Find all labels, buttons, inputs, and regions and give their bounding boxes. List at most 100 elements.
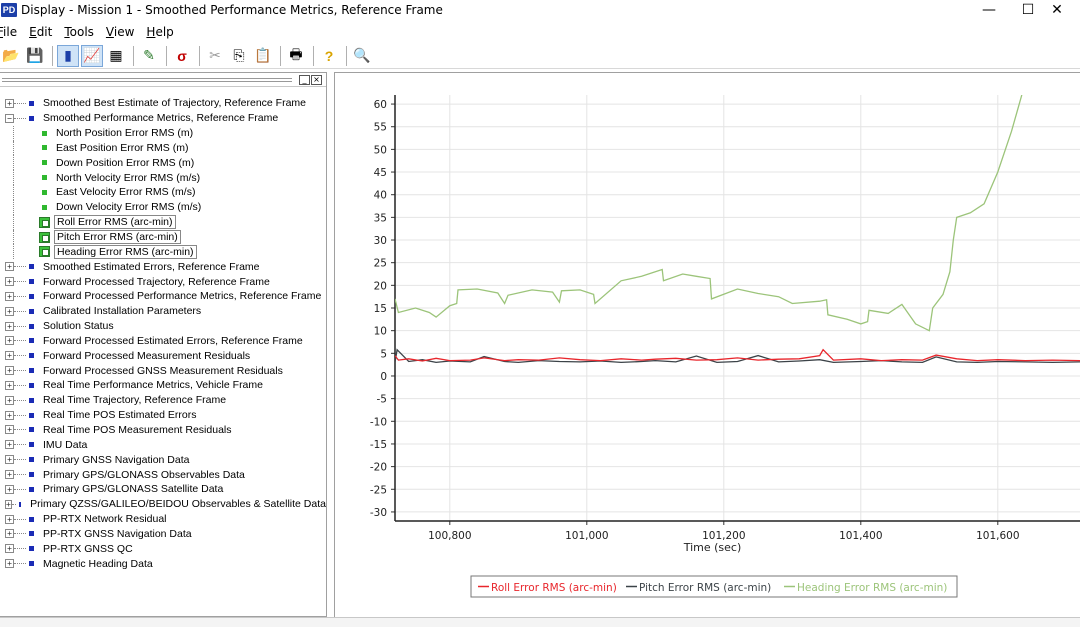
expand-icon[interactable]: + [5, 529, 14, 539]
tree-group-item[interactable]: + PP-RTX GNSS QC [0, 541, 326, 556]
menu-help[interactable]: Help [146, 25, 173, 39]
expand-icon[interactable]: + [5, 559, 14, 569]
series-line-heading[interactable] [395, 95, 1023, 332]
tree-group-item[interactable]: + IMU Data [0, 437, 326, 452]
tree-group-item[interactable]: − Smoothed Performance Metrics, Reference… [0, 111, 326, 126]
save-icon[interactable]: 💾 [24, 45, 46, 67]
expand-icon[interactable]: + [5, 262, 14, 272]
expand-icon[interactable]: + [5, 470, 14, 480]
status-bar [0, 617, 1080, 627]
y-tick-label: -10 [370, 416, 387, 428]
expand-icon[interactable]: + [5, 336, 14, 346]
tree-group-item[interactable]: + Forward Processed GNSS Measurement Resi… [0, 363, 326, 378]
tree-leaf-item[interactable]: Pitch Error RMS (arc-min) [0, 229, 326, 245]
checked-plot-icon[interactable] [39, 231, 50, 243]
tree-leaf-item[interactable]: Heading Error RMS (arc-min) [0, 244, 326, 260]
checked-plot-icon[interactable] [39, 216, 50, 228]
expand-icon[interactable]: + [5, 455, 14, 465]
tree-group-item[interactable]: + Real Time POS Measurement Residuals [0, 423, 326, 438]
zoom-icon[interactable]: 🔍 [351, 45, 373, 67]
tree-leaf-item[interactable]: North Velocity Error RMS (m/s) [0, 170, 326, 186]
tree-group-item[interactable]: + Smoothed Best Estimate of Trajectory, R… [0, 96, 326, 111]
tree-group-item[interactable]: + Forward Processed Estimated Errors, Ref… [0, 334, 326, 349]
tree-leaf-item[interactable]: Roll Error RMS (arc-min) [0, 214, 326, 230]
copy-icon[interactable]: ⎘ [228, 45, 250, 67]
expand-icon[interactable]: + [5, 366, 14, 376]
tree-group-item[interactable]: + PP-RTX GNSS Navigation Data [0, 526, 326, 541]
tree-connector [14, 444, 26, 446]
tree-leaf-item[interactable]: Down Position Error RMS (m) [0, 155, 326, 171]
tree-connector [14, 429, 26, 431]
tree-connector [14, 488, 26, 490]
expand-icon[interactable]: + [5, 499, 12, 509]
table-icon[interactable]: ▦ [105, 45, 127, 67]
help-icon[interactable]: ? [318, 45, 340, 67]
line-chart-icon[interactable]: 📈 [81, 44, 103, 67]
tree-item-label: Smoothed Performance Metrics, Reference … [43, 112, 279, 125]
tree-leaf-item[interactable]: East Velocity Error RMS (m/s) [0, 185, 326, 200]
expand-icon[interactable]: + [5, 514, 14, 524]
sigma-icon[interactable]: σ [171, 45, 193, 67]
panel-grip[interactable] [2, 77, 292, 82]
collapse-icon[interactable]: − [5, 113, 14, 123]
tree-leaf-item[interactable]: North Position Error RMS (m) [0, 125, 326, 141]
pencil-icon[interactable]: ✎ [138, 45, 160, 67]
paste-icon[interactable]: 📋 [252, 45, 274, 67]
tree-connector [14, 370, 26, 372]
tree-group-item[interactable]: + Primary GPS/GLONASS Observables Data [0, 467, 326, 482]
line-chart[interactable]: 605550454035302520151050-5-10-15-20-25-3… [335, 73, 1080, 618]
close-button[interactable]: ✕ [1034, 0, 1080, 20]
expand-icon[interactable]: + [5, 380, 14, 390]
tree-group-item[interactable]: + PP-RTX Network Residual [0, 512, 326, 527]
expand-icon[interactable]: + [5, 544, 14, 554]
series-line-roll[interactable] [395, 348, 1080, 362]
tree-group-item[interactable]: + Primary GPS/GLONASS Satellite Data [0, 482, 326, 497]
tree-group-item[interactable]: + Real Time Performance Metrics, Vehicle … [0, 378, 326, 393]
expand-icon[interactable]: + [5, 484, 14, 494]
y-tick-label: 20 [374, 280, 387, 292]
menu-file[interactable]: File [0, 25, 17, 39]
legend-label-heading[interactable]: Heading Error RMS (arc-min) [797, 582, 947, 594]
toolbar-separator [280, 45, 281, 66]
expand-icon[interactable]: + [5, 351, 14, 361]
folder-marker-icon [29, 338, 34, 344]
tree-leaf-item[interactable]: Down Velocity Error RMS (m/s) [0, 199, 326, 215]
tree-group-item[interactable]: + Solution Status [0, 319, 326, 334]
tree-leaf-item[interactable]: East Position Error RMS (m) [0, 140, 326, 156]
tree-group-item[interactable]: + Forward Processed Trajectory, Reference… [0, 274, 326, 289]
open-folder-icon[interactable]: 📂 [0, 45, 22, 67]
panel-close-button[interactable]: × [311, 74, 322, 85]
expand-icon[interactable]: + [5, 425, 14, 435]
tree-group-item[interactable]: + Primary GNSS Navigation Data [0, 452, 326, 467]
tree-group-item[interactable]: + Smoothed Estimated Errors, Reference Fr… [0, 259, 326, 274]
expand-icon[interactable]: + [5, 98, 14, 108]
print-icon[interactable]: 🖶 [285, 45, 307, 67]
cut-icon[interactable]: ✂ [204, 45, 226, 67]
expand-icon[interactable]: + [5, 395, 14, 405]
checked-plot-icon[interactable] [39, 246, 50, 258]
expand-icon[interactable]: + [5, 410, 14, 420]
tree-connector [14, 384, 26, 386]
tree-group-item[interactable]: + Real Time POS Estimated Errors [0, 408, 326, 423]
panel-minimize-button[interactable]: _ [299, 74, 310, 85]
bar-chart-icon[interactable]: ▮ [57, 44, 79, 67]
toolbar-separator [313, 45, 314, 66]
legend-label-roll[interactable]: Roll Error RMS (arc-min) [491, 582, 617, 594]
tree-group-item[interactable]: + Magnetic Heading Data [0, 556, 326, 571]
legend-label-pitch[interactable]: Pitch Error RMS (arc-min) [639, 582, 771, 594]
tree-group-item[interactable]: + Primary QZSS/GALILEO/BEIDOU Observables… [0, 497, 326, 512]
tree-item-label: North Position Error RMS (m) [56, 127, 194, 140]
menu-edit[interactable]: Edit [29, 25, 52, 39]
tree-group-item[interactable]: + Real Time Trajectory, Reference Frame [0, 393, 326, 408]
expand-icon[interactable]: + [5, 440, 14, 450]
tree-item-label: IMU Data [43, 438, 88, 451]
menu-view[interactable]: View [106, 25, 134, 39]
tree-group-item[interactable]: + Forward Processed Measurement Residuals [0, 348, 326, 363]
expand-icon[interactable]: + [5, 306, 14, 316]
tree-group-item[interactable]: + Calibrated Installation Parameters [0, 304, 326, 319]
menu-tools[interactable]: Tools [64, 25, 94, 39]
expand-icon[interactable]: + [5, 321, 14, 331]
tree-group-item[interactable]: + Forward Processed Performance Metrics, … [0, 289, 326, 304]
expand-icon[interactable]: + [5, 277, 14, 287]
expand-icon[interactable]: + [5, 291, 14, 301]
